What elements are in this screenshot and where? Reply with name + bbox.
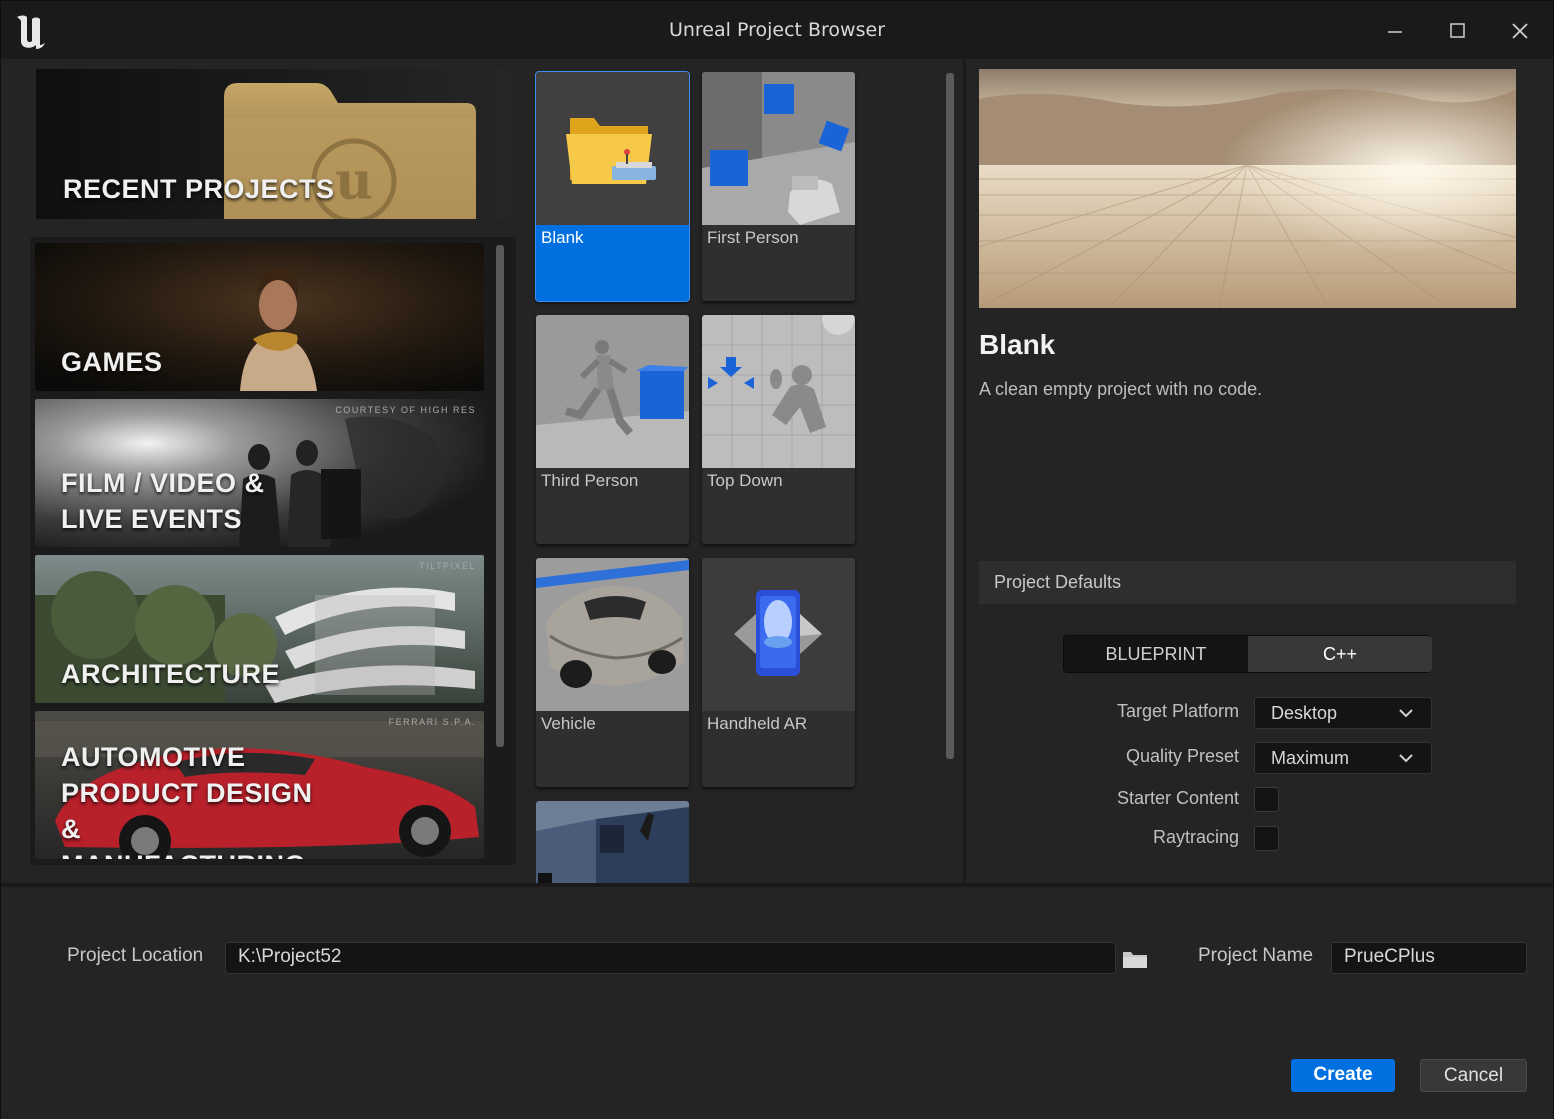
template-vehicle[interactable]: Vehicle (536, 558, 689, 787)
target-platform-label: Target Platform (1116, 701, 1239, 721)
category-games[interactable]: GAMES (35, 243, 484, 391)
category-label: FILM / VIDEO & LIVE EVENTS (61, 468, 265, 534)
template-label: Handheld AR (707, 714, 808, 733)
template-handheld-ar[interactable]: Handheld AR (702, 558, 855, 787)
project-location-value: K:\Project52 (238, 946, 342, 967)
partial-template-thumbnail (536, 801, 689, 883)
blueprint-option[interactable]: BLUEPRINT (1064, 636, 1248, 672)
svg-text:u: u (335, 151, 373, 212)
courtesy-credit: FERRARI S.P.A. (388, 717, 476, 727)
category-automotive[interactable]: FERRARI S.P.A. AUTOMOTIVE PRODUCT DESIGN… (35, 711, 484, 859)
quality-preset-dropdown[interactable]: Maximum (1254, 742, 1432, 774)
project-defaults-label: Project Defaults (994, 572, 1122, 592)
recent-projects-tile[interactable]: u RECENT PROJECTS (36, 69, 510, 219)
template-third-person[interactable]: Third Person (536, 315, 689, 544)
third-person-thumbnail (536, 315, 689, 468)
template-label: Third Person (541, 471, 639, 490)
project-name-input[interactable]: PrueCPlus (1331, 942, 1527, 974)
category-label: ARCHITECTURE (61, 659, 280, 689)
project-name-value: PrueCPlus (1344, 946, 1435, 967)
quality-preset-label: Quality Preset (1125, 746, 1239, 766)
blank-folder-icon (566, 118, 656, 184)
project-name-label: Project Name (1198, 945, 1314, 966)
title-bar[interactable]: Unreal Project Browser (1, 1, 1553, 59)
template-description: A clean empty project with no code. (979, 379, 1263, 399)
template-first-person[interactable]: First Person (702, 72, 855, 301)
folder-icon[interactable] (1122, 949, 1148, 969)
target-platform-value: Desktop (1271, 703, 1338, 723)
quality-preset-value: Maximum (1271, 748, 1350, 768)
panel-divider (963, 59, 966, 885)
recent-projects-label: RECENT PROJECTS (63, 174, 335, 204)
template-label: Top Down (707, 471, 783, 490)
template-label: Vehicle (541, 714, 596, 733)
project-defaults-header[interactable]: Project Defaults (979, 561, 1516, 604)
create-button[interactable]: Create (1291, 1059, 1395, 1092)
top-down-thumbnail (702, 315, 855, 468)
template-partial[interactable] (536, 801, 689, 883)
category-list: GAMES COURTESY OF HIGH RES FILM / VIDEO … (30, 237, 516, 865)
minimize-icon[interactable] (1375, 13, 1415, 49)
project-location-label: Project Location (67, 945, 204, 966)
category-film-video-live-events[interactable]: COURTESY OF HIGH RES FILM / VIDEO & LIVE… (35, 399, 484, 547)
project-settings-bar: Project Location K:\Project52 Project Na… (1, 887, 1553, 1119)
preview-render (979, 69, 1516, 308)
maximize-icon[interactable] (1437, 13, 1477, 49)
template-label: Blank (541, 228, 584, 247)
project-browser-window: Unreal Project Browser u RECENT PROJECTS… (0, 0, 1554, 1119)
courtesy-credit: COURTESY OF HIGH RES (335, 405, 476, 415)
cpp-option[interactable]: C++ (1248, 636, 1432, 672)
raytracing-checkbox[interactable] (1254, 826, 1279, 851)
window-title: Unreal Project Browser (668, 19, 886, 41)
target-platform-dropdown[interactable]: Desktop (1254, 697, 1432, 729)
template-blank[interactable]: Blank (535, 71, 690, 302)
chevron-down-icon (1399, 754, 1413, 763)
blueprint-cpp-toggle: BLUEPRINT C++ (1063, 635, 1432, 673)
category-label: AUTOMOTIVE PRODUCT DESIGN & MANUFACTURIN… (61, 742, 313, 859)
template-name: Blank (979, 329, 1056, 360)
first-person-thumbnail (702, 72, 855, 225)
project-location-input[interactable]: K:\Project52 (225, 942, 1116, 974)
category-label: GAMES (61, 347, 163, 377)
category-scrollbar[interactable] (496, 245, 504, 747)
template-scrollbar[interactable] (946, 73, 954, 759)
category-architecture[interactable]: TILTPIXEL ARCHITECTURE (35, 555, 484, 703)
close-icon[interactable] (1500, 13, 1540, 49)
raytracing-label: Raytracing (1152, 827, 1239, 847)
cancel-button[interactable]: Cancel (1420, 1059, 1527, 1092)
template-top-down[interactable]: Top Down (702, 315, 855, 544)
vehicle-thumbnail (536, 558, 689, 711)
template-preview-image (979, 69, 1516, 308)
template-label: First Person (707, 228, 799, 247)
starter-content-label: Starter Content (1116, 788, 1239, 808)
chevron-down-icon (1399, 709, 1413, 718)
starter-content-checkbox[interactable] (1254, 787, 1279, 812)
courtesy-credit: TILTPIXEL (419, 561, 476, 571)
handheld-ar-icon (734, 590, 822, 676)
